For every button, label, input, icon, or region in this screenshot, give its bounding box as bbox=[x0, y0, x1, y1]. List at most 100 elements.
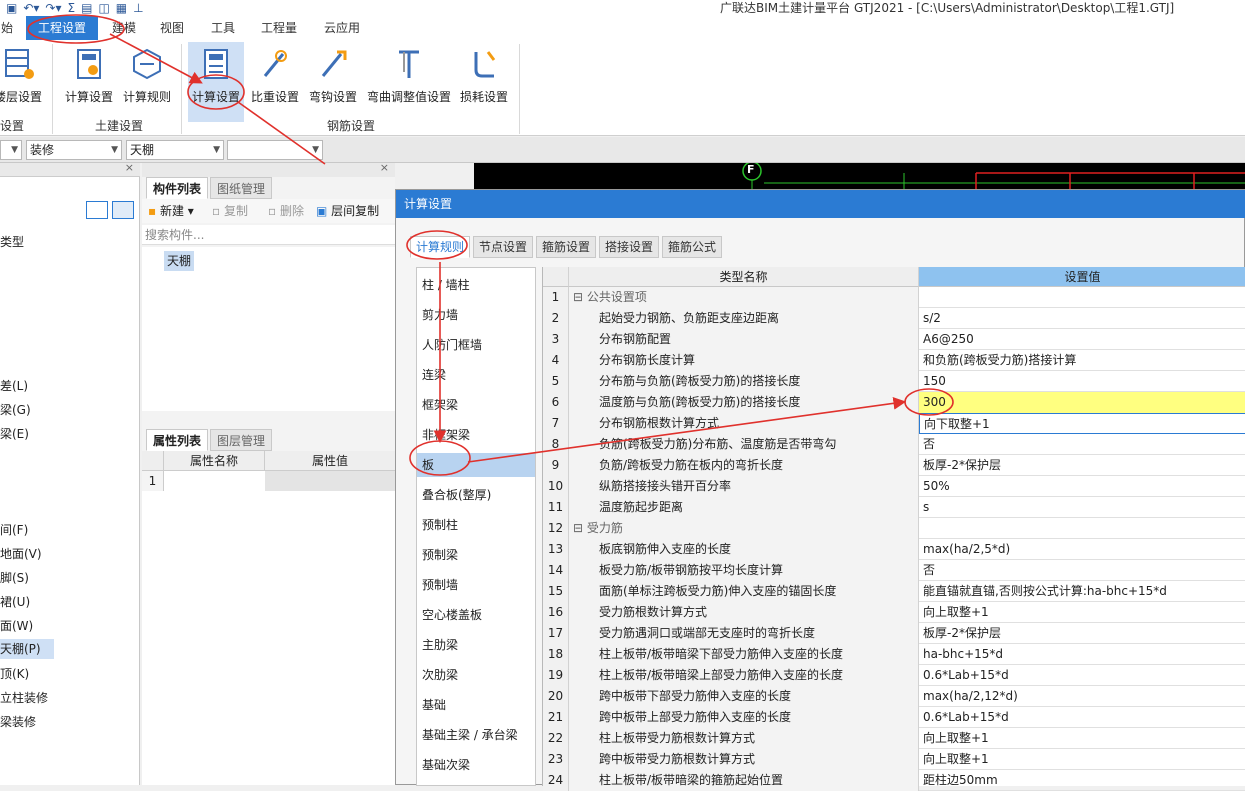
menu-modeling[interactable]: 建模 bbox=[104, 16, 144, 40]
component-combo[interactable]: ▼ bbox=[227, 140, 323, 160]
list-item[interactable]: 天棚 bbox=[164, 251, 195, 271]
tree-view-icon[interactable] bbox=[112, 201, 134, 219]
row-value[interactable]: 向上取整+1 bbox=[919, 749, 1245, 770]
bend-adjust-settings-button[interactable]: 弯曲调整值设置 bbox=[364, 42, 454, 122]
nav-item[interactable]: 间(F) bbox=[0, 521, 28, 538]
category-item[interactable]: 次肋梁 bbox=[417, 663, 535, 687]
density-settings-button[interactable]: 比重设置 bbox=[248, 42, 302, 122]
category-item[interactable]: 基础次梁 bbox=[417, 753, 535, 777]
table-row[interactable]: 24 柱上板带/板带暗梁的箍筋起始位置 距柱边50mm bbox=[543, 770, 1245, 791]
report-icon[interactable]: ▤ bbox=[81, 0, 92, 16]
calc-rules-button[interactable]: 计算规则 bbox=[120, 42, 174, 122]
row-value[interactable]: A6@250 bbox=[919, 329, 1245, 350]
menu-start[interactable]: 始 bbox=[0, 16, 14, 40]
row-value[interactable]: 0.6*Lab+15*d bbox=[919, 707, 1245, 728]
table-row[interactable]: 13 板底钢筋伸入支座的长度 max(ha/2,5*d) bbox=[543, 539, 1245, 560]
collapse-icon[interactable]: ⊟ bbox=[573, 521, 587, 535]
table-row[interactable]: 14 板受力筋/板带钢筋按平均长度计算否 bbox=[543, 560, 1245, 581]
row-value[interactable]: s/2 bbox=[919, 308, 1245, 329]
row-value[interactable]: 向上取整+1 bbox=[919, 602, 1245, 623]
table-row[interactable]: 22 柱上板带受力筋根数计算方式 向上取整+1 bbox=[543, 728, 1245, 749]
tab-drawing-management[interactable]: 图纸管理 bbox=[210, 177, 273, 199]
save-icon[interactable]: ▣ bbox=[6, 0, 17, 16]
category-item[interactable]: 连梁 bbox=[417, 363, 535, 387]
nav-item[interactable]: 地面(V) bbox=[0, 545, 42, 562]
grid-icon[interactable]: ▦ bbox=[116, 0, 127, 16]
row-value[interactable] bbox=[919, 518, 1245, 539]
category-combo[interactable]: 装修 ▼ bbox=[26, 140, 122, 160]
nav-item[interactable]: 梁装修 bbox=[0, 713, 36, 730]
row-value[interactable]: 否 bbox=[919, 560, 1245, 581]
tab-stirrup-formula[interactable]: 箍筋公式 bbox=[662, 236, 723, 258]
row-value[interactable]: max(ha/2,5*d) bbox=[919, 539, 1245, 560]
row-value[interactable]: 板厚-2*保护层 bbox=[919, 455, 1245, 476]
copy-button[interactable]: ▫ 复制 bbox=[212, 199, 248, 223]
category-item[interactable]: 预制墙 bbox=[417, 573, 535, 597]
table-row[interactable]: 5 分布筋与负筋(跨板受力筋)的搭接长度 150 bbox=[543, 371, 1245, 392]
table-row[interactable]: 15 面筋(单标注跨板受力筋)伸入支座的锚固长度 能直锚就直锚,否则按公式计算:ha… bbox=[543, 581, 1245, 602]
menu-project-settings[interactable]: 工程设置 bbox=[26, 16, 98, 40]
collapse-icon[interactable]: ⊟ bbox=[573, 290, 587, 304]
civil-calc-settings-button[interactable]: 计算设置 bbox=[62, 42, 116, 122]
floor-combo[interactable]: ▼ bbox=[0, 140, 22, 160]
nav-item[interactable]: 立柱装修 bbox=[0, 689, 48, 706]
nav-item[interactable]: 梁(G) bbox=[0, 401, 31, 418]
view-icon[interactable]: ◫ bbox=[98, 0, 109, 16]
row-value[interactable]: 向下取整+1 bbox=[919, 413, 1245, 434]
category-item[interactable]: 人防门框墙 bbox=[417, 333, 535, 357]
category-item[interactable]: 板 bbox=[417, 453, 535, 477]
loss-settings-button[interactable]: 损耗设置 bbox=[456, 42, 512, 122]
undo-icon[interactable]: ↶▾ bbox=[23, 0, 39, 16]
row-value[interactable]: 300 bbox=[919, 392, 1245, 413]
redo-icon[interactable]: ↷▾ bbox=[45, 0, 61, 16]
category-item[interactable]: 框架梁 bbox=[417, 393, 535, 417]
tab-lap-settings[interactable]: 搭接设置 bbox=[599, 236, 660, 258]
tab-calc-rules[interactable]: 计算规则 bbox=[410, 236, 471, 258]
menu-tools[interactable]: 工具 bbox=[203, 16, 243, 40]
table-row[interactable]: 20 跨中板带下部受力筋伸入支座的长度 max(ha/2,12*d) bbox=[543, 686, 1245, 707]
menu-quantities[interactable]: 工程量 bbox=[254, 16, 304, 40]
tab-component-list[interactable]: 构件列表 bbox=[146, 177, 209, 199]
category-item[interactable]: 预制柱 bbox=[417, 513, 535, 537]
hook-settings-button[interactable]: 弯钩设置 bbox=[306, 42, 360, 122]
tab-layer-management[interactable]: 图层管理 bbox=[210, 429, 273, 451]
nav-item[interactable]: 脚(S) bbox=[0, 569, 29, 586]
table-row[interactable]: 6 温度筋与负筋(跨板受力筋)的搭接长度 300 bbox=[543, 392, 1245, 413]
row-value[interactable]: 0.6*Lab+15*d bbox=[919, 665, 1245, 686]
list-view-icon[interactable] bbox=[86, 201, 108, 219]
category-item[interactable]: 主肋梁 bbox=[417, 633, 535, 657]
table-row[interactable]: 21 跨中板带上部受力筋伸入支座的长度 0.6*Lab+15*d bbox=[543, 707, 1245, 728]
type-combo[interactable]: 天棚 ▼ bbox=[126, 140, 224, 160]
row-value[interactable] bbox=[919, 287, 1245, 308]
nav-item[interactable]: 差(L) bbox=[0, 377, 28, 394]
row-value[interactable]: 否 bbox=[919, 434, 1245, 455]
table-row[interactable]: 1 ⊟ 公共设置项 bbox=[543, 287, 1245, 308]
nav-item[interactable]: 裙(U) bbox=[0, 593, 30, 610]
table-row[interactable]: 17 受力筋遇洞口或端部无支座时的弯折长度 板厚-2*保护层 bbox=[543, 623, 1245, 644]
menu-view[interactable]: 视图 bbox=[152, 16, 192, 40]
row-value[interactable]: max(ha/2,12*d) bbox=[919, 686, 1245, 707]
component-search-input[interactable]: 搜索构件... bbox=[142, 225, 395, 245]
table-row[interactable]: 9 负筋/跨板受力筋在板内的弯折长度 板厚-2*保护层 bbox=[543, 455, 1245, 476]
row-value[interactable]: 150 bbox=[919, 371, 1245, 392]
rebar-calc-settings-button[interactable]: 计算设置 bbox=[188, 42, 244, 122]
nav-item-ceiling[interactable]: 天棚(P) bbox=[0, 639, 54, 659]
tab-property-list[interactable]: 属性列表 bbox=[146, 429, 209, 451]
close-icon[interactable]: × bbox=[125, 161, 134, 174]
prop-row-value[interactable] bbox=[265, 471, 395, 491]
nav-item[interactable]: 面(W) bbox=[0, 617, 33, 634]
row-value[interactable]: 50% bbox=[919, 476, 1245, 497]
table-row[interactable]: 7 分布钢筋根数计算方式 向下取整+1 bbox=[543, 413, 1245, 434]
drawing-canvas[interactable]: F bbox=[474, 163, 1245, 189]
row-value[interactable]: s bbox=[919, 497, 1245, 518]
table-row[interactable]: 19 柱上板带/板带暗梁上部受力筋伸入支座的长度 0.6*Lab+15*d bbox=[543, 665, 1245, 686]
tab-node-settings[interactable]: 节点设置 bbox=[473, 236, 534, 258]
floor-copy-button[interactable]: ▣ 层间复制 bbox=[316, 199, 379, 223]
sum-icon[interactable]: Σ bbox=[68, 0, 76, 16]
row-value[interactable]: ha-bhc+15*d bbox=[919, 644, 1245, 665]
table-row[interactable]: 16 受力筋根数计算方式 向上取整+1 bbox=[543, 602, 1245, 623]
row-value[interactable]: 和负筋(跨板受力筋)搭接计算 bbox=[919, 350, 1245, 371]
nav-item[interactable]: 梁(E) bbox=[0, 425, 29, 442]
category-item[interactable]: 预制梁 bbox=[417, 543, 535, 567]
table-row[interactable]: 11 温度筋起步距离 s bbox=[543, 497, 1245, 518]
